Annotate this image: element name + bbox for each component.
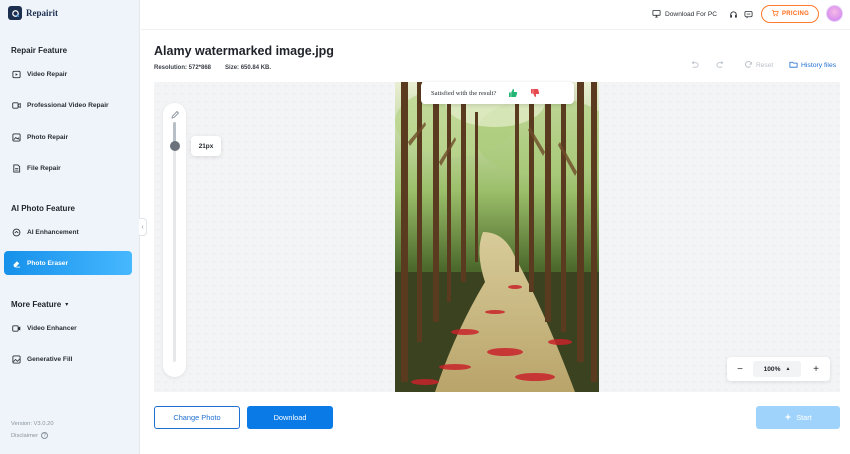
- sidebar-item-label: Photo Eraser: [27, 259, 69, 267]
- zoom-in-button[interactable]: +: [811, 362, 821, 376]
- start-button[interactable]: Start: [756, 406, 840, 429]
- caret-up-icon: ▲: [785, 366, 791, 372]
- question-icon: ?: [41, 432, 49, 439]
- change-photo-button[interactable]: Change Photo: [154, 406, 240, 429]
- chevron-left-icon: ‹: [141, 223, 144, 231]
- photo-repair-icon: [12, 132, 21, 142]
- pencil-icon: [170, 107, 180, 119]
- download-for-pc-label: Download For PC: [665, 11, 718, 18]
- history-files-label: History files: [801, 62, 837, 69]
- forest-path-photo[interactable]: [395, 82, 599, 392]
- sidebar-item-video-repair[interactable]: Video Repair: [4, 62, 132, 86]
- size-label: Size: 650.84 KB.: [225, 65, 272, 71]
- sidebar-item-label: Video Repair: [27, 70, 68, 78]
- monitor-icon: [652, 9, 661, 20]
- sidebar-item-photo-repair[interactable]: Photo Repair: [4, 125, 132, 149]
- undo-button[interactable]: [690, 60, 699, 71]
- app-name: Repairit: [26, 8, 58, 18]
- feedback-icon[interactable]: [743, 9, 753, 19]
- section-more-feature[interactable]: More Feature ▾: [11, 300, 68, 309]
- thumbs-up-icon[interactable]: [508, 88, 518, 98]
- zoom-select[interactable]: 100% ▲: [753, 361, 801, 377]
- reset-button[interactable]: Reset: [744, 60, 773, 71]
- app-logo[interactable]: Repairit: [8, 6, 58, 20]
- sidebar-item-ai-enhancement[interactable]: AI Enhancement: [4, 220, 132, 244]
- file-meta: Resolution: 572*868 Size: 650.84 KB.: [154, 65, 271, 71]
- pricing-label: PRICING: [781, 11, 810, 17]
- version-label: Version: V3.0.20: [11, 421, 54, 427]
- sidebar-item-label: Generative Fill: [27, 355, 73, 363]
- video-enhancer-icon: [12, 324, 21, 333]
- undo-icon: [690, 60, 699, 71]
- sidebar-item-file-repair[interactable]: File Repair: [4, 156, 132, 180]
- start-label: Start: [796, 413, 812, 422]
- section-ai-photo-feature: AI Photo Feature: [11, 204, 76, 213]
- disclaimer-link[interactable]: Disclaimer ?: [11, 432, 49, 439]
- redo-icon: [716, 60, 725, 71]
- folder-icon: [789, 60, 798, 71]
- brush-size-slider[interactable]: [173, 122, 176, 362]
- pricing-button[interactable]: PRICING: [761, 5, 819, 23]
- sidebar-item-photo-eraser[interactable]: Photo Eraser: [4, 251, 132, 275]
- sidebar-item-professional-video-repair[interactable]: Professional Video Repair: [4, 93, 132, 117]
- sidebar-item-generative-fill[interactable]: Generative Fill: [4, 347, 132, 371]
- feedback-question: Satisfied with the result?: [431, 89, 497, 97]
- resolution-label: Resolution: 572*868: [154, 65, 212, 71]
- video-repair-icon: [12, 70, 21, 79]
- feedback-popup: Satisfied with the result?: [421, 82, 574, 104]
- thumbs-down-icon[interactable]: [530, 88, 540, 98]
- sidebar-item-label: AI Enhancement: [27, 228, 79, 236]
- sidebar-item-label: Professional Video Repair: [27, 101, 109, 109]
- user-avatar[interactable]: [826, 5, 843, 22]
- caret-down-icon: ▾: [65, 302, 69, 308]
- disclaimer-label: Disclaimer: [11, 432, 39, 439]
- zoom-out-button[interactable]: −: [735, 362, 745, 376]
- sidebar-item-label: File Repair: [27, 164, 61, 172]
- brush-size-slider-thumb[interactable]: [170, 141, 180, 151]
- section-repair-feature: Repair Feature: [11, 46, 68, 55]
- download-for-pc-button[interactable]: Download For PC: [652, 9, 717, 20]
- file-title: Alamy watermarked image.jpg: [154, 44, 334, 58]
- file-repair-icon: [12, 163, 21, 173]
- forest-path-image: [395, 82, 599, 392]
- cart-icon: [771, 9, 779, 19]
- history-files-link[interactable]: History files: [789, 60, 836, 71]
- redo-button[interactable]: [716, 60, 725, 71]
- zoom-value: 100%: [763, 365, 781, 373]
- sidebar-item-video-enhancer[interactable]: Video Enhancer: [4, 316, 132, 340]
- ai-enhance-icon: [12, 228, 21, 237]
- professional-video-icon: [12, 101, 21, 110]
- sidebar: Repairit Repair Feature Video Repair Pro…: [0, 0, 140, 454]
- section-title: More Feature: [11, 300, 62, 309]
- brush-size-tooltip: 21px: [191, 136, 221, 156]
- repairit-logo-icon: [8, 6, 22, 20]
- sidebar-item-label: Photo Repair: [27, 133, 69, 141]
- reset-label: Reset: [756, 62, 774, 69]
- sparkle-icon: [784, 412, 792, 423]
- sidebar-collapse-button[interactable]: ‹: [139, 218, 147, 236]
- generative-fill-icon: [12, 354, 21, 364]
- sidebar-item-label: Video Enhancer: [27, 324, 77, 332]
- eraser-icon: [12, 259, 21, 268]
- header-divider: [141, 29, 850, 30]
- download-button[interactable]: Download: [247, 406, 333, 429]
- refresh-icon: [744, 60, 753, 71]
- headset-icon[interactable]: [728, 9, 738, 19]
